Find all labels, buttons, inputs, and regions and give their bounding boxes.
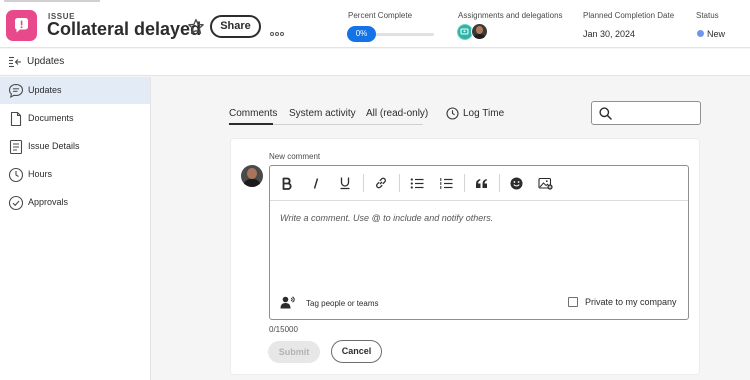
numbered-list-button[interactable] [438,175,454,191]
section-title: Updates [27,56,65,67]
check-circle-icon [8,195,24,211]
status-label: Status [696,11,719,20]
sidebar-item-label: Documents [28,113,74,123]
planned-completion-value[interactable]: Jan 30, 2024 [583,29,635,39]
percent-complete-label: Percent Complete [348,11,413,20]
clock-icon [8,167,24,183]
link-icon [376,177,386,189]
emoji-icon [510,177,522,189]
insert-image-icon [537,177,553,190]
section-bar: Updates [0,49,750,76]
new-comment-label: New comment [269,152,321,161]
sidebar-item-updates[interactable]: Updates [0,77,150,104]
sidebar-item-label: Updates [28,85,62,95]
italic-icon [313,177,319,189]
sidebar: Updates Documents Issue Details Hours Ap… [0,77,151,380]
sidebar-item-documents[interactable]: Documents [0,105,150,132]
quote-icon [475,178,487,188]
search-input[interactable] [591,101,701,125]
toolbar-divider [399,174,400,192]
bulleted-list-button[interactable] [409,175,425,191]
comment-bubble-icon [8,83,24,99]
planned-completion-label: Planned Completion Date [583,11,675,20]
favorite-star-button[interactable] [187,18,205,36]
sidebar-item-hours[interactable]: Hours [0,161,150,188]
emoji-button[interactable] [508,175,524,191]
underline-button[interactable] [337,175,353,191]
collapse-panel-icon[interactable] [8,56,22,68]
sidebar-item-issue-details[interactable]: Issue Details [0,133,150,160]
toolbar-divider [464,174,465,192]
toolbar-divider [499,174,500,192]
italic-button[interactable] [308,175,324,191]
sidebar-item-label: Approvals [28,197,69,207]
tab-system-activity[interactable]: System activity [289,108,356,119]
tab-all-read-only[interactable]: All (read-only) [366,108,428,119]
status-value[interactable]: New [707,29,725,39]
toolbar-divider [363,174,364,192]
team-icon [460,28,469,35]
assignee-avatar[interactable] [471,23,488,40]
clock-icon[interactable] [446,107,459,120]
page-title[interactable]: Collateral delayed [47,19,201,40]
percent-complete-value[interactable]: 0% [347,26,376,42]
bold-icon [282,177,292,190]
private-checkbox-label[interactable]: Private to my company [585,297,677,307]
search-icon [599,107,612,120]
details-list-icon [9,139,23,155]
quote-button[interactable] [473,175,489,191]
insert-image-button[interactable] [537,175,553,191]
editor-toolbar [270,166,688,201]
link-button[interactable] [373,175,389,191]
comment-placeholder[interactable]: Write a comment. Use @ to include and no… [280,213,493,223]
more-options-icon[interactable] [270,23,286,36]
sidebar-item-label: Issue Details [28,141,80,151]
numbered-list-icon [440,177,453,189]
top-tab-indicator [4,0,100,2]
bold-button[interactable] [279,175,295,191]
comment-editor[interactable]: Write a comment. Use @ to include and no… [269,165,689,320]
sidebar-item-label: Hours [28,169,53,179]
underline-icon [340,177,350,190]
tag-people-label[interactable]: Tag people or teams [306,299,379,308]
sidebar-item-approvals[interactable]: Approvals [0,189,150,216]
tab-comments[interactable]: Comments [229,108,277,119]
cancel-button[interactable]: Cancel [331,340,382,363]
private-checkbox[interactable] [568,297,578,307]
tag-people-icon[interactable] [280,296,295,309]
status-dot-icon [697,30,704,37]
bulleted-list-icon [410,177,424,189]
assignments-label: Assignments and delegations [458,11,563,20]
issue-type-icon [6,10,37,41]
issue-header: ISSUE Collateral delayed Share Percent C… [0,0,750,48]
active-tab-indicator [229,123,273,125]
log-time-button[interactable]: Log Time [463,108,504,119]
share-button[interactable]: Share [210,15,261,38]
document-icon [10,111,22,127]
star-icon [188,18,204,34]
commenter-avatar [241,165,263,187]
submit-button[interactable]: Submit [268,341,320,363]
character-counter: 0/15000 [269,325,298,334]
